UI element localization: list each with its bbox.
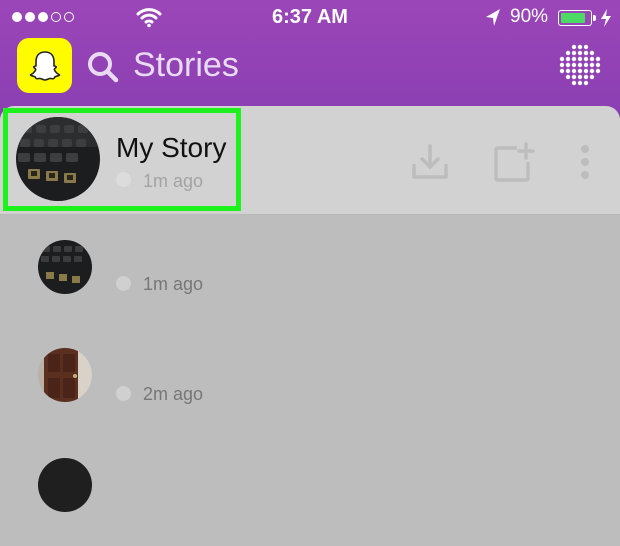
- stories-header: 6:37 AM 90% Stories: [0, 0, 620, 118]
- battery-icon: [558, 10, 596, 26]
- story-list-item[interactable]: 1m ago: [0, 216, 620, 326]
- status-bar: 6:37 AM 90%: [0, 0, 620, 36]
- download-icon[interactable]: [410, 142, 450, 182]
- keyboard-photo-thumbnail: [38, 240, 92, 294]
- story-timestamp: 2m ago: [143, 384, 204, 404]
- story-status-dot: [116, 386, 131, 401]
- divider: [0, 214, 620, 215]
- charging-bolt-icon: [601, 9, 611, 27]
- ghost-icon: [29, 50, 60, 81]
- story-list-item[interactable]: 2m ago: [0, 326, 620, 436]
- battery-percentage: 90%: [510, 6, 549, 27]
- my-story-highlight: [3, 108, 241, 211]
- search-icon[interactable]: [86, 50, 120, 84]
- story-thumbnail[interactable]: [38, 458, 92, 512]
- location-arrow-icon: [486, 9, 500, 26]
- photo-thumbnail: [38, 458, 92, 512]
- story-timestamp: 1m ago: [143, 274, 204, 294]
- page-title[interactable]: Stories: [133, 46, 239, 85]
- add-snap-icon[interactable]: [492, 142, 536, 186]
- battery-level-fill: [561, 13, 585, 23]
- story-thumbnail[interactable]: [38, 348, 92, 402]
- snapchat-ghost-icon[interactable]: [17, 38, 72, 93]
- story-status-dot: [116, 276, 131, 291]
- discover-grid-icon[interactable]: [558, 43, 602, 87]
- more-vertical-icon[interactable]: [578, 144, 592, 182]
- door-photo-thumbnail: [38, 348, 92, 402]
- story-thumbnail[interactable]: [38, 240, 92, 294]
- story-list-item[interactable]: [0, 436, 620, 546]
